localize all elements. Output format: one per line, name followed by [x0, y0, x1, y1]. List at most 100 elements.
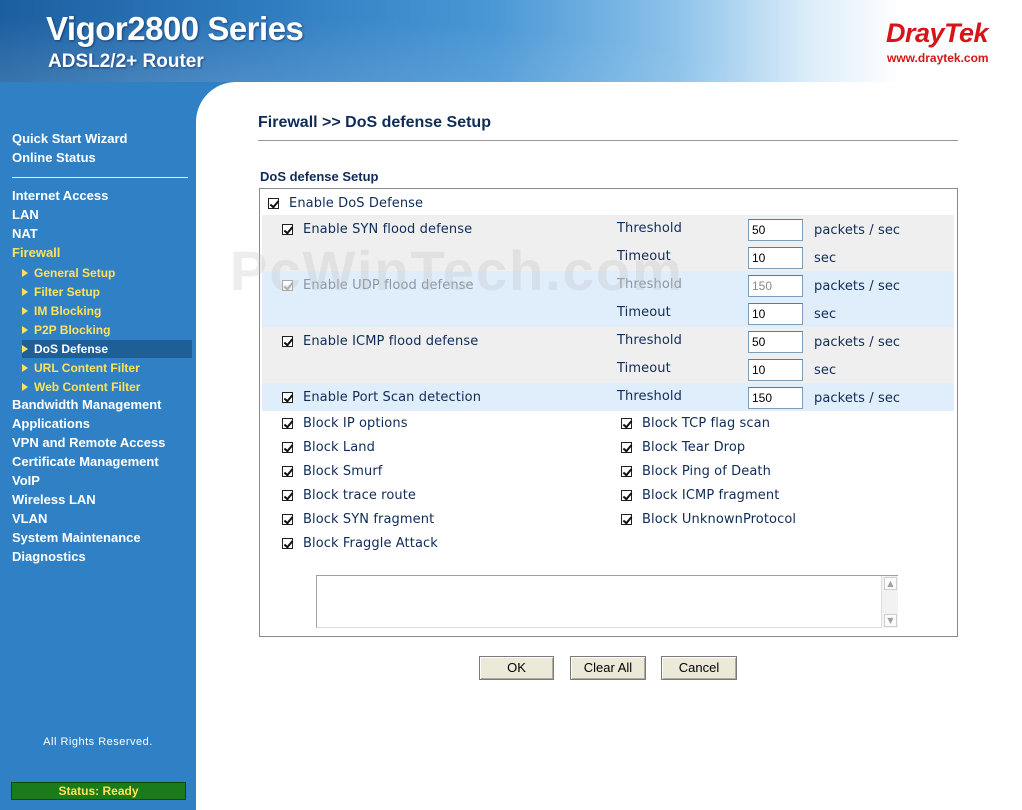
block-trace-route-label: Block trace route: [303, 488, 417, 503]
nav-online-status[interactable]: Online Status: [12, 150, 96, 165]
nav-applications[interactable]: Applications: [12, 416, 90, 431]
udp-timeout-label: Timeout: [617, 305, 671, 320]
nav-voip[interactable]: VoIP: [12, 473, 40, 488]
ok-button[interactable]: OK: [479, 656, 554, 680]
subnav-label: P2P Blocking: [34, 323, 111, 337]
nav-system-maintenance[interactable]: System Maintenance: [12, 530, 141, 545]
nav-quick-start-wizard[interactable]: Quick Start Wizard: [12, 131, 127, 146]
udp-threshold-label: Threshold: [617, 277, 682, 292]
nav-diagnostics[interactable]: Diagnostics: [12, 549, 86, 564]
block-unknown-protocol-label: Block UnknownProtocol: [642, 512, 797, 527]
block-land-checkbox[interactable]: [282, 442, 293, 453]
subnav-label: DoS Defense: [34, 342, 109, 356]
subnav-label: Filter Setup: [34, 285, 101, 299]
syn-flood-label: Enable SYN flood defense: [303, 222, 473, 237]
triangle-bullet-icon: [22, 269, 28, 277]
subnav-p2p-blocking[interactable]: P2P Blocking: [22, 321, 192, 339]
nav-vlan[interactable]: VLAN: [12, 511, 47, 526]
udp-flood-checkbox[interactable]: [282, 280, 293, 291]
udp-threshold-input[interactable]: [748, 275, 803, 297]
portscan-threshold-unit: packets / sec: [814, 391, 901, 406]
portscan-label: Enable Port Scan detection: [303, 390, 482, 405]
nav-wireless-lan[interactable]: Wireless LAN: [12, 492, 96, 507]
block-fraggle-label: Block Fraggle Attack: [303, 536, 438, 551]
sidebar-corner-curve: [196, 82, 276, 162]
udp-threshold-unit: packets / sec: [814, 279, 901, 294]
syn-threshold-label: Threshold: [617, 221, 682, 236]
syn-threshold-unit: packets / sec: [814, 223, 901, 238]
icmp-threshold-unit: packets / sec: [814, 335, 901, 350]
syn-threshold-input[interactable]: [748, 219, 803, 241]
nav-internet-access[interactable]: Internet Access: [12, 188, 108, 203]
brand-url[interactable]: www.draytek.com: [887, 51, 989, 65]
syn-timeout-label: Timeout: [617, 249, 671, 264]
block-tear-drop-label: Block Tear Drop: [642, 440, 746, 455]
triangle-bullet-icon: [22, 383, 28, 391]
icmp-flood-label: Enable ICMP flood defense: [303, 334, 479, 349]
portscan-threshold-input[interactable]: [748, 387, 803, 409]
icmp-threshold-input[interactable]: [748, 331, 803, 353]
block-tcp-flag-scan-checkbox[interactable]: [621, 418, 632, 429]
subnav-label: IM Blocking: [34, 304, 102, 318]
icmp-timeout-unit: sec: [814, 363, 837, 378]
nav-certificate-management[interactable]: Certificate Management: [12, 454, 159, 469]
notes-textarea[interactable]: ▲ ▼: [316, 575, 898, 628]
subnav-filter-setup[interactable]: Filter Setup: [22, 283, 192, 301]
brand-logo[interactable]: DrayTek: [886, 18, 989, 49]
enable-dos-checkbox[interactable]: [268, 198, 279, 209]
subnav-label: URL Content Filter: [34, 361, 140, 375]
scroll-down-icon[interactable]: ▼: [884, 614, 897, 627]
block-syn-fragment-label: Block SYN fragment: [303, 512, 435, 527]
clear-all-button[interactable]: Clear All: [570, 656, 646, 680]
copyright-text: All Rights Reserved.: [43, 736, 153, 748]
section-title: DoS defense Setup: [260, 169, 379, 184]
header-banner: Vigor2800 Series ADSL2/2+ Router DrayTek…: [0, 0, 1022, 82]
nav-lan[interactable]: LAN: [12, 207, 39, 222]
subnav-web-content-filter[interactable]: Web Content Filter: [22, 378, 192, 396]
udp-timeout-input[interactable]: [748, 303, 803, 325]
block-ping-of-death-checkbox[interactable]: [621, 466, 632, 477]
subnav-general-setup[interactable]: General Setup: [22, 264, 192, 282]
notes-scrollbar[interactable]: ▲ ▼: [881, 576, 898, 628]
udp-flood-label: Enable UDP flood defense: [303, 278, 474, 293]
block-trace-route-checkbox[interactable]: [282, 490, 293, 501]
block-syn-fragment-checkbox[interactable]: [282, 514, 293, 525]
nav-bandwidth-management[interactable]: Bandwidth Management: [12, 397, 162, 412]
icmp-timeout-label: Timeout: [617, 361, 671, 376]
subnav-label: General Setup: [34, 266, 116, 280]
product-title: Vigor2800 Series: [46, 10, 304, 47]
enable-dos-label: Enable DoS Defense: [289, 196, 424, 211]
subnav-url-content-filter[interactable]: URL Content Filter: [22, 359, 192, 377]
syn-timeout-input[interactable]: [748, 247, 803, 269]
icmp-timeout-input[interactable]: [748, 359, 803, 381]
scroll-up-icon[interactable]: ▲: [884, 577, 897, 590]
udp-timeout-unit: sec: [814, 307, 837, 322]
block-tcp-flag-scan-label: Block TCP flag scan: [642, 416, 771, 431]
subnav-dos-defense[interactable]: DoS Defense: [22, 340, 192, 358]
syn-flood-checkbox[interactable]: [282, 224, 293, 235]
nav-nat[interactable]: NAT: [12, 226, 38, 241]
page-title: Firewall >> DoS defense Setup: [258, 114, 491, 131]
block-unknown-protocol-checkbox[interactable]: [621, 514, 632, 525]
triangle-bullet-icon: [22, 364, 28, 372]
portscan-checkbox[interactable]: [282, 392, 293, 403]
block-icmp-fragment-checkbox[interactable]: [621, 490, 632, 501]
block-fraggle-checkbox[interactable]: [282, 538, 293, 549]
block-smurf-checkbox[interactable]: [282, 466, 293, 477]
sidebar-divider: [12, 177, 188, 178]
syn-timeout-unit: sec: [814, 251, 837, 266]
subnav-label: Web Content Filter: [34, 380, 141, 394]
cancel-button[interactable]: Cancel: [661, 656, 737, 680]
block-tear-drop-checkbox[interactable]: [621, 442, 632, 453]
block-ping-of-death-label: Block Ping of Death: [642, 464, 771, 479]
icmp-flood-checkbox[interactable]: [282, 336, 293, 347]
nav-vpn-remote-access[interactable]: VPN and Remote Access: [12, 435, 165, 450]
block-ip-options-checkbox[interactable]: [282, 418, 293, 429]
triangle-bullet-icon: [22, 288, 28, 296]
nav-firewall[interactable]: Firewall: [12, 245, 60, 260]
block-smurf-label: Block Smurf: [303, 464, 383, 479]
subnav-im-blocking[interactable]: IM Blocking: [22, 302, 192, 320]
block-icmp-fragment-label: Block ICMP fragment: [642, 488, 780, 503]
block-ip-options-label: Block IP options: [303, 416, 408, 431]
triangle-bullet-icon: [22, 345, 28, 353]
